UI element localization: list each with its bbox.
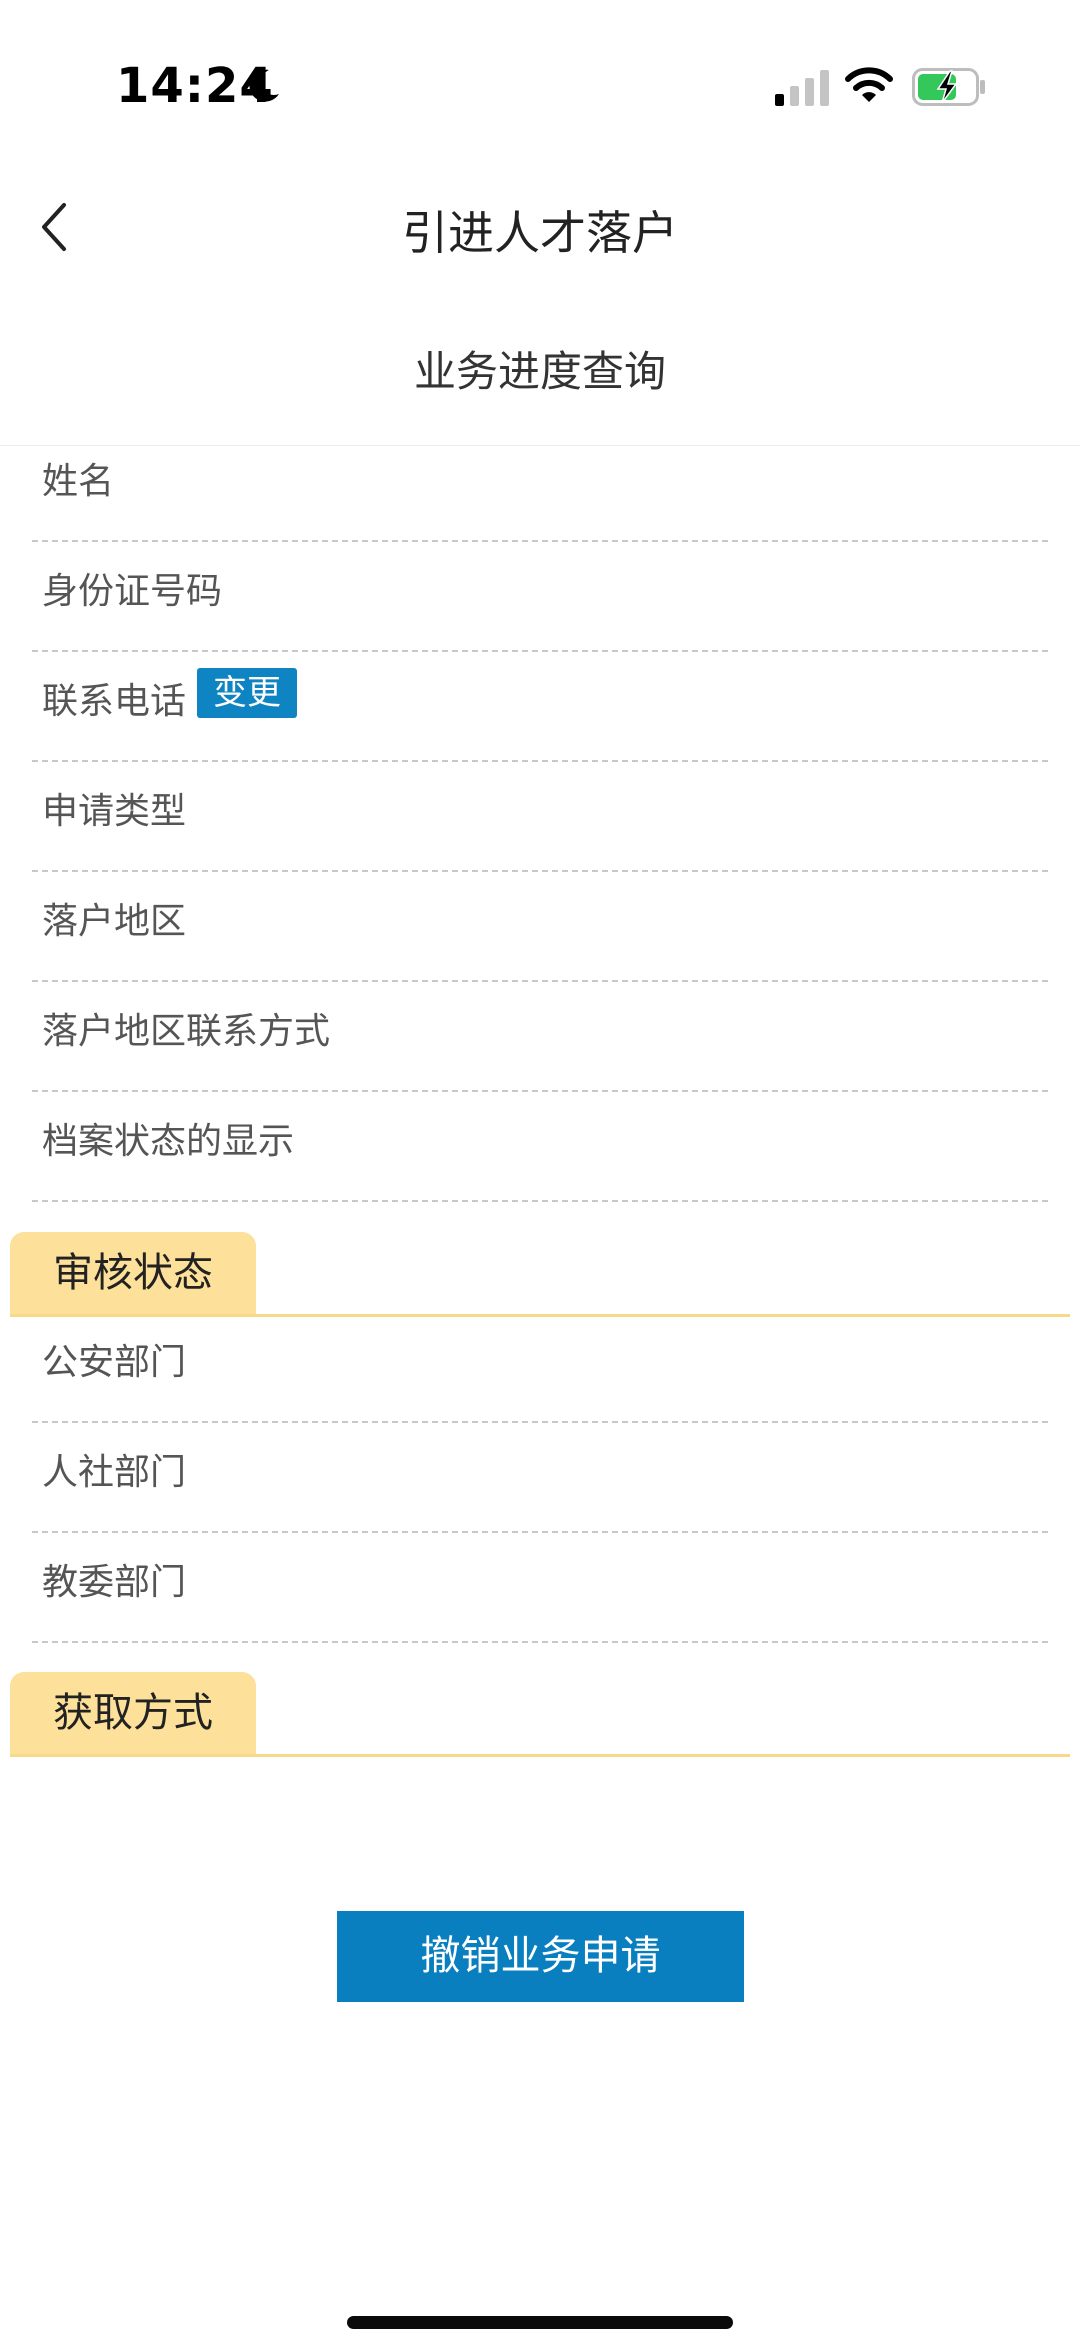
review-status-tab: 审核状态 <box>10 1232 256 1314</box>
moon-icon <box>249 69 279 102</box>
review-status-header: 审核状态 <box>10 1232 1070 1317</box>
wifi-icon <box>845 67 893 102</box>
review-row-education: 教委部门 <box>32 1533 1048 1643</box>
row-label: 联系电话 <box>42 681 187 722</box>
home-indicator[interactable] <box>347 2316 733 2329</box>
info-row-region: 落户地区 <box>32 872 1048 982</box>
revoke-application-button[interactable]: 撤销业务申请 <box>337 1911 744 2002</box>
pickup-method-header: 获取方式 <box>10 1672 1070 1757</box>
review-row-police: 公安部门 <box>32 1313 1048 1423</box>
info-row-archive-status: 档案状态的显示 <box>32 1092 1048 1202</box>
row-label: 申请类型 <box>42 791 187 832</box>
row-label: 落户地区联系方式 <box>42 1011 331 1052</box>
battery-charging-icon <box>912 68 985 106</box>
row-label: 公安部门 <box>42 1342 187 1383</box>
cellular-signal-icon <box>775 70 829 106</box>
row-label: 教委部门 <box>42 1562 187 1603</box>
info-row-id-number: 身份证号码 <box>32 542 1048 652</box>
row-label: 人社部门 <box>42 1452 187 1493</box>
page-title: 引进人才落户 <box>402 206 678 260</box>
nav-bar: 引进人才落户 <box>0 175 1080 285</box>
info-row-phone: 联系电话 变更 <box>32 652 1048 762</box>
row-label: 档案状态的显示 <box>42 1121 295 1162</box>
info-row-region-contact: 落户地区联系方式 <box>32 982 1048 1092</box>
row-label: 身份证号码 <box>42 571 223 612</box>
section-title: 业务进度查询 <box>413 347 666 396</box>
info-row-application-type: 申请类型 <box>32 762 1048 872</box>
pickup-method-tab: 获取方式 <box>10 1672 256 1754</box>
row-label: 姓名 <box>42 461 115 502</box>
info-row-name: 姓名 <box>32 432 1048 542</box>
review-row-hr: 人社部门 <box>32 1423 1048 1533</box>
change-phone-button[interactable]: 变更 <box>197 668 297 718</box>
row-label: 落户地区 <box>42 901 187 942</box>
status-bar: 14:24 <box>0 0 1080 175</box>
